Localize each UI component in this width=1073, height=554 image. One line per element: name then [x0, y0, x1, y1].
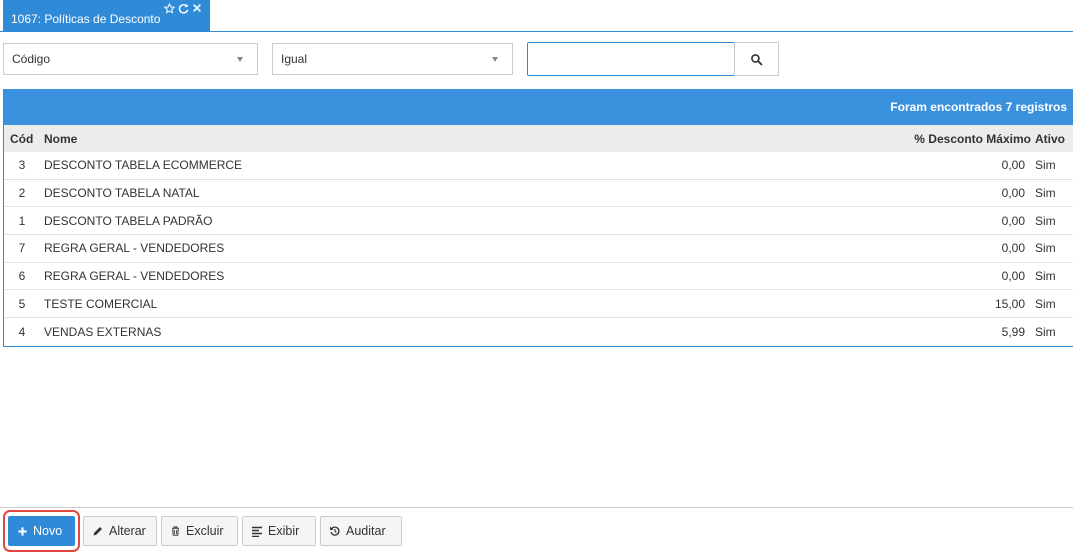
table-row[interactable]: 2 DESCONTO TABELA NATAL 0,00 Sim: [4, 180, 1073, 208]
column-header-nome[interactable]: Nome: [40, 132, 835, 146]
cell-ativo: Sim: [1035, 269, 1056, 284]
cell-ativo: Sim: [1035, 213, 1056, 228]
cell-nome: DESCONTO TABELA NATAL: [44, 186, 200, 201]
cell-desconto: 0,00: [1001, 213, 1025, 228]
grid-summary: Foram encontrados 7 registros: [4, 89, 1073, 125]
search-button[interactable]: [734, 42, 779, 76]
table-row[interactable]: 5 TESTE COMERCIAL 15,00 Sim: [4, 290, 1073, 319]
cell-desconto: 0,00: [1001, 186, 1025, 201]
cell-cod: 6: [18, 269, 26, 284]
alterar-button[interactable]: Alterar: [83, 516, 157, 546]
table-row[interactable]: 3 DESCONTO TABELA ECOMMERCE 0,00 Sim: [4, 152, 1073, 180]
cell-desconto: 0,00: [1001, 158, 1025, 173]
cell-ativo: Sim: [1035, 158, 1056, 173]
chevron-down-icon: [237, 57, 243, 62]
tab-bar: 1067: Políticas de Desconto: [0, 0, 1073, 32]
refresh-icon[interactable]: [178, 3, 189, 14]
table-row[interactable]: 7 REGRA GERAL - VENDEDORES 0,00 Sim: [4, 235, 1073, 263]
table-row[interactable]: 4 VENDAS EXTERNAS 5,99 Sim: [4, 318, 1073, 346]
grid-column-headers: Cód Nome % Desconto Máximo Ativo: [4, 125, 1073, 152]
exibir-button-label: Exibir: [268, 524, 300, 538]
cell-desconto: 0,00: [1001, 241, 1025, 256]
cell-ativo: Sim: [1035, 324, 1056, 339]
auditar-button-label: Auditar: [346, 524, 386, 538]
cell-cod: 7: [18, 241, 26, 256]
auditar-button[interactable]: Auditar: [320, 516, 402, 546]
search-input[interactable]: [527, 42, 735, 76]
star-icon[interactable]: [164, 3, 176, 14]
field-select[interactable]: Código: [3, 43, 258, 75]
close-icon[interactable]: [192, 3, 202, 13]
results-grid: Foram encontrados 7 registros Cód Nome %…: [3, 89, 1073, 347]
table-row[interactable]: 1 DESCONTO TABELA PADRÃO 0,00 Sim: [4, 207, 1073, 236]
cell-cod: 4: [18, 324, 26, 339]
search-icon: [751, 53, 763, 65]
chevron-down-icon: [492, 57, 498, 62]
tab-title: 1067: Políticas de Desconto: [11, 11, 161, 26]
list-icon: [252, 526, 262, 537]
cell-ativo: Sim: [1035, 186, 1056, 201]
excluir-button[interactable]: Excluir: [161, 516, 238, 546]
cell-nome: VENDAS EXTERNAS: [44, 324, 162, 339]
cell-nome: REGRA GERAL - VENDEDORES: [44, 269, 225, 284]
operator-select-value: Igual: [281, 52, 308, 66]
column-header-cod[interactable]: Cód: [4, 132, 40, 146]
table-row[interactable]: 6 REGRA GERAL - VENDEDORES 0,00 Sim: [4, 263, 1073, 291]
column-header-desconto[interactable]: % Desconto Máximo: [835, 132, 1035, 146]
field-select-value: Código: [12, 52, 51, 66]
cell-nome: DESCONTO TABELA ECOMMERCE: [44, 158, 243, 173]
cell-desconto: 5,99: [1001, 324, 1025, 339]
history-icon: [330, 526, 340, 536]
cell-ativo: Sim: [1035, 296, 1056, 311]
cell-nome: REGRA GERAL - VENDEDORES: [44, 241, 225, 256]
cell-desconto: 0,00: [1001, 269, 1025, 284]
novo-button-highlight: [3, 510, 80, 552]
pencil-icon: [93, 527, 102, 536]
grid-body: 3 DESCONTO TABELA ECOMMERCE 0,00 Sim 2 D…: [4, 152, 1073, 346]
operator-select[interactable]: Igual: [272, 43, 513, 75]
trash-icon: [172, 526, 179, 536]
cell-cod: 2: [18, 186, 26, 201]
cell-nome: TESTE COMERCIAL: [44, 296, 158, 311]
excluir-button-label: Excluir: [186, 524, 224, 538]
alterar-button-label: Alterar: [109, 524, 146, 538]
column-header-ativo[interactable]: Ativo: [1035, 132, 1073, 146]
exibir-button[interactable]: Exibir: [242, 516, 316, 546]
cell-ativo: Sim: [1035, 241, 1056, 256]
cell-cod: 1: [18, 213, 26, 228]
cell-desconto: 15,00: [994, 296, 1025, 311]
cell-cod: 5: [18, 296, 26, 311]
tab-politicas-desconto[interactable]: 1067: Políticas de Desconto: [3, 0, 211, 31]
cell-nome: DESCONTO TABELA PADRÃO: [44, 213, 213, 228]
cell-cod: 3: [18, 158, 26, 173]
footer-divider: [0, 507, 1073, 508]
